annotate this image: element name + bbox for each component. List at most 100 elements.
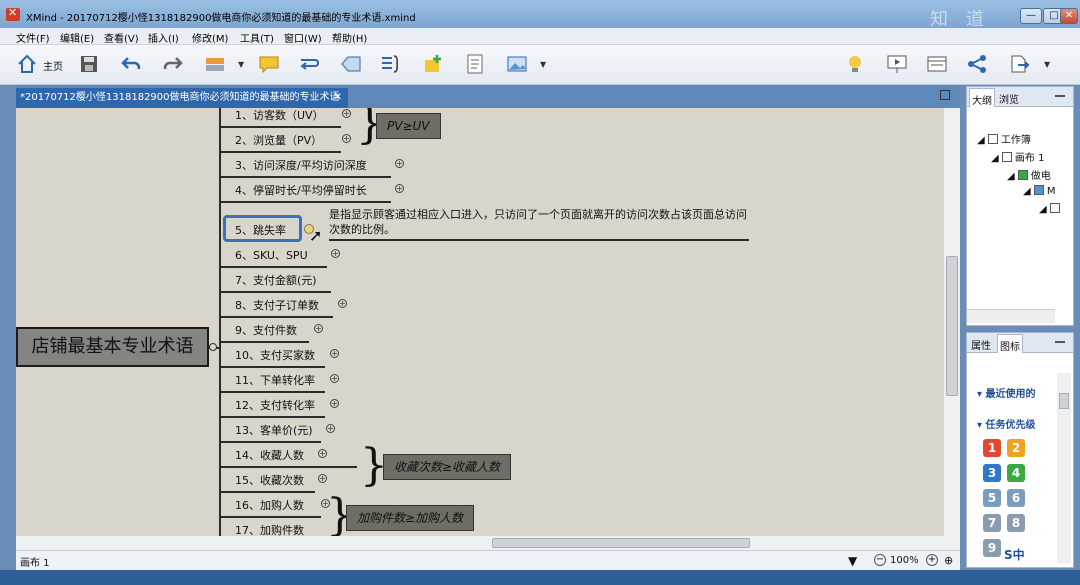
export-icon[interactable] bbox=[1008, 53, 1030, 75]
expand-icon[interactable]: + bbox=[395, 184, 404, 193]
tree-item[interactable]: ◢ M bbox=[1023, 185, 1056, 197]
central-topic[interactable]: 店铺最基本专业术语 bbox=[16, 327, 209, 367]
save-icon[interactable] bbox=[78, 53, 100, 75]
expand-icon[interactable]: + bbox=[342, 109, 351, 118]
undo-icon[interactable] bbox=[120, 53, 142, 75]
image-caret-icon[interactable]: ▼ bbox=[540, 60, 546, 69]
callout-icon[interactable] bbox=[258, 53, 280, 75]
expand-icon[interactable]: + bbox=[330, 374, 339, 383]
summary-icon[interactable] bbox=[380, 53, 402, 75]
idea-icon[interactable] bbox=[844, 53, 866, 75]
redo-icon[interactable] bbox=[162, 53, 184, 75]
canvas-vertical-scrollbar[interactable] bbox=[944, 108, 960, 536]
expand-arrow-icon[interactable]: ◢ bbox=[991, 153, 999, 164]
editor-tab-strip: *20170712樱小怪1318182900做电商你必须知道的最基础的专业术语 … bbox=[16, 86, 960, 108]
tab-properties[interactable]: 属性 bbox=[971, 337, 991, 352]
expand-arrow-icon[interactable]: ◢ bbox=[1023, 186, 1031, 197]
panel-minimize-icon[interactable] bbox=[1055, 341, 1065, 343]
menu-help[interactable]: 帮助(H) bbox=[332, 30, 367, 45]
summary-topic[interactable]: 加购件数≥加购人数 bbox=[346, 505, 475, 531]
expand-arrow-icon[interactable]: ◢ bbox=[1039, 204, 1047, 215]
menu-file[interactable]: 文件(F) bbox=[16, 30, 50, 45]
relationship-icon[interactable] bbox=[298, 53, 320, 75]
summary-topic[interactable]: 收藏次数≥收藏人数 bbox=[383, 454, 512, 480]
expand-icon[interactable]: + bbox=[342, 134, 351, 143]
zoom-out-icon[interactable]: − bbox=[874, 554, 886, 566]
tree-item[interactable]: ◢ bbox=[1039, 203, 1063, 215]
panel-minimize-icon[interactable] bbox=[1055, 95, 1065, 97]
share-icon[interactable] bbox=[966, 53, 988, 75]
menu-tools[interactable]: 工具(T) bbox=[240, 30, 274, 45]
expand-icon[interactable]: + bbox=[330, 349, 339, 358]
priority-2-icon[interactable]: 2 bbox=[1007, 439, 1025, 457]
sheet-tab[interactable]: 画布 1 bbox=[20, 554, 50, 569]
filter-icon[interactable]: ▼ bbox=[848, 554, 857, 568]
expand-icon[interactable]: + bbox=[318, 474, 327, 483]
expand-icon[interactable]: + bbox=[318, 449, 327, 458]
home-label[interactable]: 主页 bbox=[43, 58, 63, 73]
note-icon[interactable] bbox=[464, 53, 486, 75]
expand-arrow-icon[interactable]: ◢ bbox=[1007, 171, 1015, 182]
scroll-thumb[interactable] bbox=[492, 538, 750, 548]
icons-panel-scrollbar[interactable] bbox=[1057, 373, 1071, 563]
minimize-button[interactable]: — bbox=[1020, 8, 1042, 24]
close-window-button[interactable]: ✕ bbox=[1060, 8, 1078, 24]
expand-icon[interactable]: + bbox=[330, 399, 339, 408]
insert-topic-caret-icon[interactable]: ▼ bbox=[238, 60, 244, 69]
priority-4-icon[interactable]: 4 bbox=[1007, 464, 1025, 482]
tree-item[interactable]: ◢ 工作簿 bbox=[977, 131, 1031, 146]
image-icon[interactable] bbox=[506, 53, 528, 75]
tab-outline[interactable]: 大纲 bbox=[969, 88, 995, 107]
expand-arrow-icon[interactable]: ◢ bbox=[977, 135, 985, 146]
collapse-root-icon[interactable] bbox=[209, 343, 217, 351]
mind-map-canvas[interactable]: 店铺最基本专业术语 1、访客数（UV） + 2、浏览量（PV） + 3、访问深度… bbox=[16, 108, 960, 536]
scroll-thumb[interactable] bbox=[1059, 393, 1069, 409]
topic-note-text[interactable]: 是指显示顾客通过相应入口进入，只访问了一个页面就离开的访问次数占该页面总访问次数… bbox=[329, 207, 749, 237]
marker-icon[interactable] bbox=[422, 53, 444, 75]
tab-icons[interactable]: 图标 bbox=[997, 334, 1023, 353]
expand-icon[interactable]: + bbox=[314, 324, 323, 333]
menu-edit[interactable]: 编辑(E) bbox=[60, 30, 94, 45]
restore-editor-icon[interactable] bbox=[940, 90, 950, 100]
xmind-logo-icon bbox=[6, 6, 20, 21]
close-tab-icon[interactable]: ✕ bbox=[334, 88, 342, 108]
topic-label: 13、客单价(元) bbox=[235, 424, 313, 437]
zoom-in-icon[interactable]: + bbox=[926, 554, 938, 566]
expand-icon[interactable]: + bbox=[338, 299, 347, 308]
scroll-thumb[interactable] bbox=[946, 256, 958, 396]
tree-item[interactable]: ◢ 画布 1 bbox=[991, 149, 1044, 164]
tree-item-label: 做电 bbox=[1030, 171, 1051, 182]
insert-topic-icon[interactable] bbox=[204, 53, 226, 75]
priority-8-icon[interactable]: 8 bbox=[1007, 514, 1025, 532]
ime-indicator[interactable]: S中 bbox=[1004, 546, 1074, 564]
menu-insert[interactable]: 插入(I) bbox=[148, 30, 179, 45]
home-icon[interactable] bbox=[16, 53, 38, 75]
priority-5-icon[interactable]: 5 bbox=[983, 489, 1001, 507]
expand-icon[interactable]: + bbox=[331, 249, 340, 258]
boundary-icon[interactable] bbox=[340, 53, 362, 75]
tab-browse[interactable]: 浏览 bbox=[999, 91, 1019, 106]
menu-view[interactable]: 查看(V) bbox=[104, 30, 139, 45]
tree-item[interactable]: ◢ 做电 bbox=[1007, 167, 1051, 182]
priority-7-icon[interactable]: 7 bbox=[983, 514, 1001, 532]
summary-topic[interactable]: PV≥UV bbox=[376, 113, 441, 139]
priority-3-icon[interactable]: 3 bbox=[983, 464, 1001, 482]
zoom-level[interactable]: 100% bbox=[890, 555, 919, 566]
layout-icon[interactable] bbox=[926, 53, 948, 75]
menu-modify[interactable]: 修改(M) bbox=[192, 30, 228, 45]
priority-1-icon[interactable]: 1 bbox=[983, 439, 1001, 457]
expand-icon[interactable]: + bbox=[395, 159, 404, 168]
fit-to-window-icon[interactable]: ⊕ bbox=[944, 554, 953, 567]
expand-icon[interactable]: + bbox=[326, 424, 335, 433]
export-caret-icon[interactable]: ▼ bbox=[1044, 60, 1050, 69]
priority-section-header[interactable]: ▾ 任务优先级 bbox=[977, 416, 1036, 431]
priority-9-icon[interactable]: 9 bbox=[983, 539, 1001, 557]
recent-section-header[interactable]: ▾ 最近使用的 bbox=[977, 385, 1036, 400]
menu-window[interactable]: 窗口(W) bbox=[284, 30, 322, 45]
canvas-horizontal-scrollbar[interactable] bbox=[16, 536, 960, 550]
document-tab[interactable]: *20170712樱小怪1318182900做电商你必须知道的最基础的专业术语 … bbox=[16, 88, 348, 108]
selected-topic-highlight[interactable] bbox=[223, 215, 302, 242]
outline-horizontal-scrollbar[interactable] bbox=[967, 309, 1055, 323]
priority-6-icon[interactable]: 6 bbox=[1007, 489, 1025, 507]
presentation-icon[interactable] bbox=[886, 53, 908, 75]
